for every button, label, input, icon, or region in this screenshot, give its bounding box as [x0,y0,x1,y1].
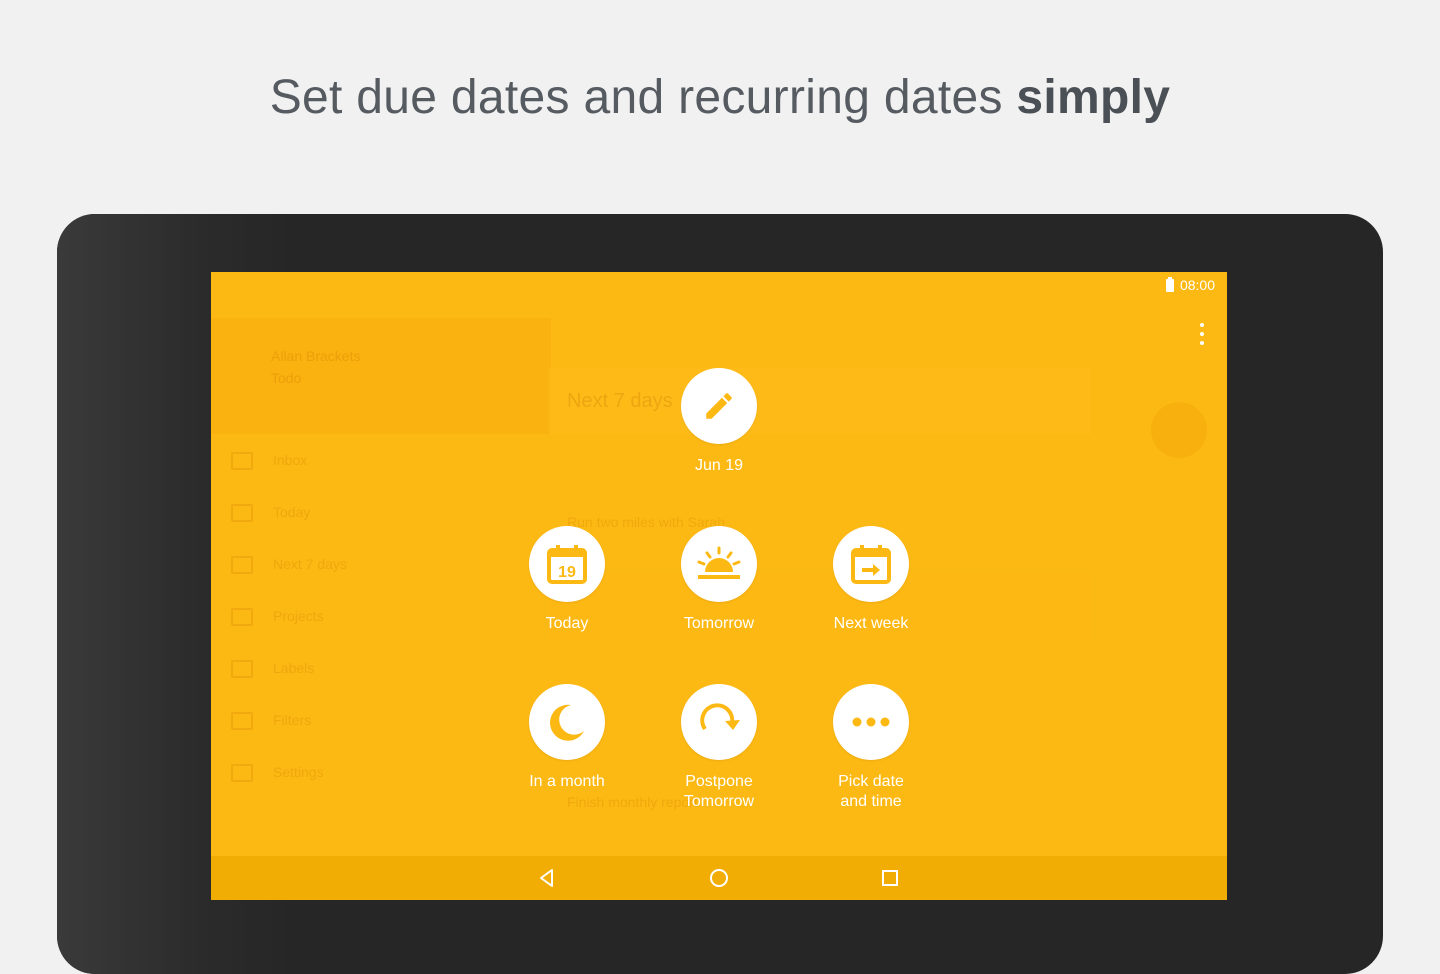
recents-icon[interactable] [860,856,920,900]
device-screen: Allan Brackets Todo Inbox Today Next 7 d… [211,272,1227,900]
status-bar: 08:00 [1165,276,1215,293]
option-tomorrow[interactable]: Tomorrow [649,526,789,634]
account-header [211,318,551,434]
tablet-frame: Allan Brackets Todo Inbox Today Next 7 d… [57,214,1383,974]
option-in-a-month-label: In a month [529,773,605,790]
week-icon [231,556,253,575]
headline: Set due dates and recurring dates simply [0,70,1440,125]
option-today[interactable]: 19 Today [497,526,637,634]
back-icon[interactable] [517,856,577,900]
option-tomorrow-label: Tomorrow [683,615,755,632]
sidebar-item-filters[interactable]: Filters [231,712,531,734]
sidebar-item-inbox[interactable]: Inbox [231,452,531,474]
android-nav-bar [211,856,1227,900]
settings-icon [231,764,253,783]
headline-bold: simply [1016,71,1171,124]
option-pick-date[interactable]: Pick date and time [801,684,941,812]
current-date-label: Jun 19 [694,457,744,474]
status-time: 08:00 [1179,277,1215,293]
account-name: Allan Brackets [271,348,361,364]
projects-icon [231,608,253,627]
sidebar-item-labels[interactable]: Labels [231,660,531,682]
option-postpone-label: Postpone Tomorrow [683,773,755,810]
option-next-week-label: Next week [833,615,909,632]
add-task-fab[interactable] [1151,402,1207,458]
home-icon[interactable] [689,856,749,900]
svg-text:19: 19 [558,564,576,581]
sidebar-item-next7[interactable]: Next 7 days [231,556,531,578]
account-sub: Todo [271,370,302,386]
moon-icon [529,684,605,760]
sunrise-icon [681,526,757,602]
battery-icon [1165,276,1174,292]
today-icon [231,504,253,523]
labels-icon [231,660,253,679]
overflow-menu-icon[interactable] [1197,323,1207,345]
calendar-day-icon: 19 [529,526,605,602]
filters-icon [231,712,253,731]
inbox-icon [231,452,253,471]
postpone-arrow-icon [681,684,757,760]
sidebar-item-today[interactable]: Today [231,504,531,526]
pencil-icon [681,368,757,444]
more-dots-icon [833,684,909,760]
option-pick-date-label: Pick date and time [838,773,904,810]
option-in-a-month[interactable]: In a month [497,684,637,792]
option-next-week[interactable]: Next week [801,526,941,634]
option-today-label: Today [545,615,589,632]
sidebar-item-projects[interactable]: Projects [231,608,531,630]
calendar-arrow-icon [833,526,909,602]
option-postpone[interactable]: Postpone Tomorrow [649,684,789,812]
sidebar-item-settings[interactable]: Settings [231,764,531,786]
headline-regular: Set due dates and recurring dates [269,71,1003,124]
edit-date-button[interactable]: Jun 19 [649,368,789,476]
